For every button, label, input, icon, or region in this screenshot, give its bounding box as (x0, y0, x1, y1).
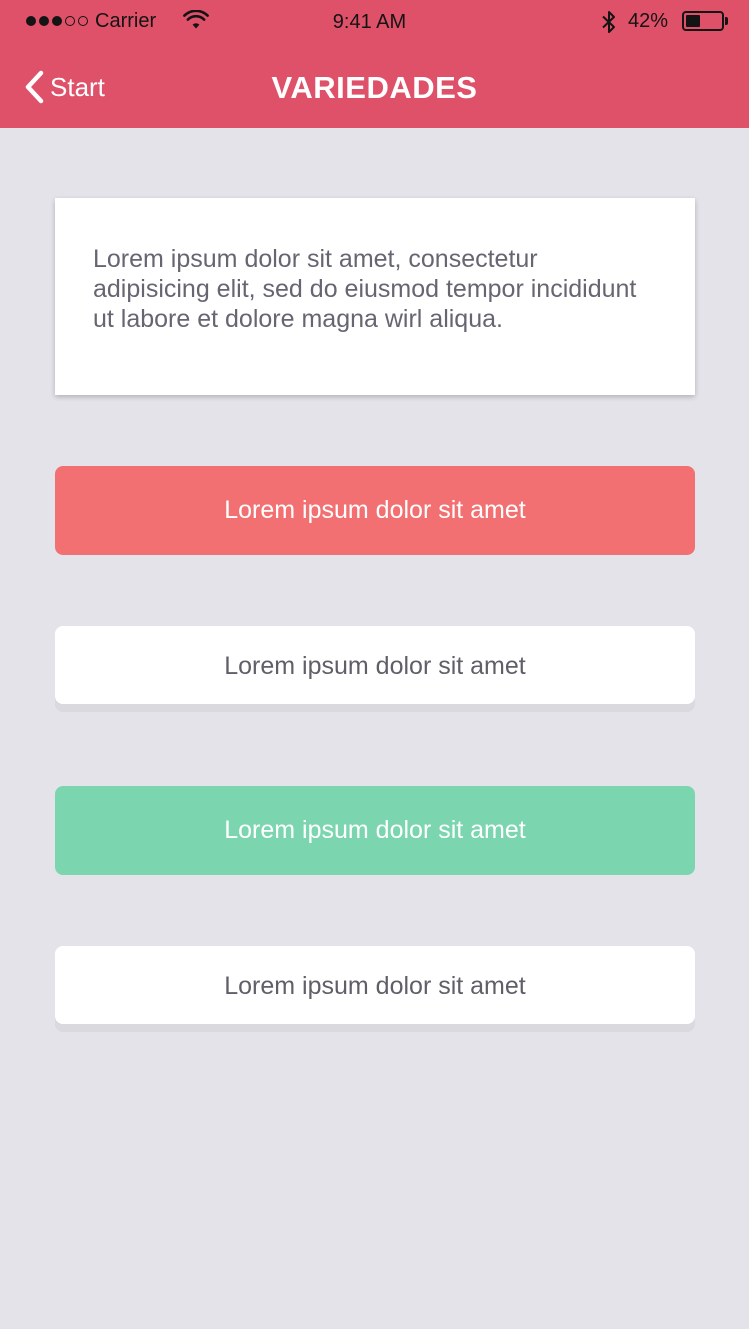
battery-level-fill (686, 15, 700, 27)
white-button-secondary[interactable]: Lorem ipsum dolor sit amet (55, 946, 695, 1024)
red-button[interactable]: Lorem ipsum dolor sit amet (55, 466, 695, 555)
app-header: Carrier 9:41 AM 42% Start VARIEDADES (0, 0, 749, 128)
nav-bar: Start VARIEDADES (0, 56, 749, 120)
status-bar: Carrier 9:41 AM 42% (0, 0, 749, 44)
green-button[interactable]: Lorem ipsum dolor sit amet (55, 786, 695, 875)
page-title: VARIEDADES (271, 70, 478, 105)
battery-percent: 42% (628, 10, 669, 32)
battery-icon (682, 11, 724, 31)
card-text: Lorem ipsum dolor sit amet, consectetur … (93, 245, 637, 333)
text-card: Lorem ipsum dolor sit amet, consectetur … (55, 198, 695, 395)
white-button[interactable]: Lorem ipsum dolor sit amet (55, 626, 695, 704)
bluetooth-icon (602, 11, 615, 33)
battery-tip (725, 17, 728, 25)
